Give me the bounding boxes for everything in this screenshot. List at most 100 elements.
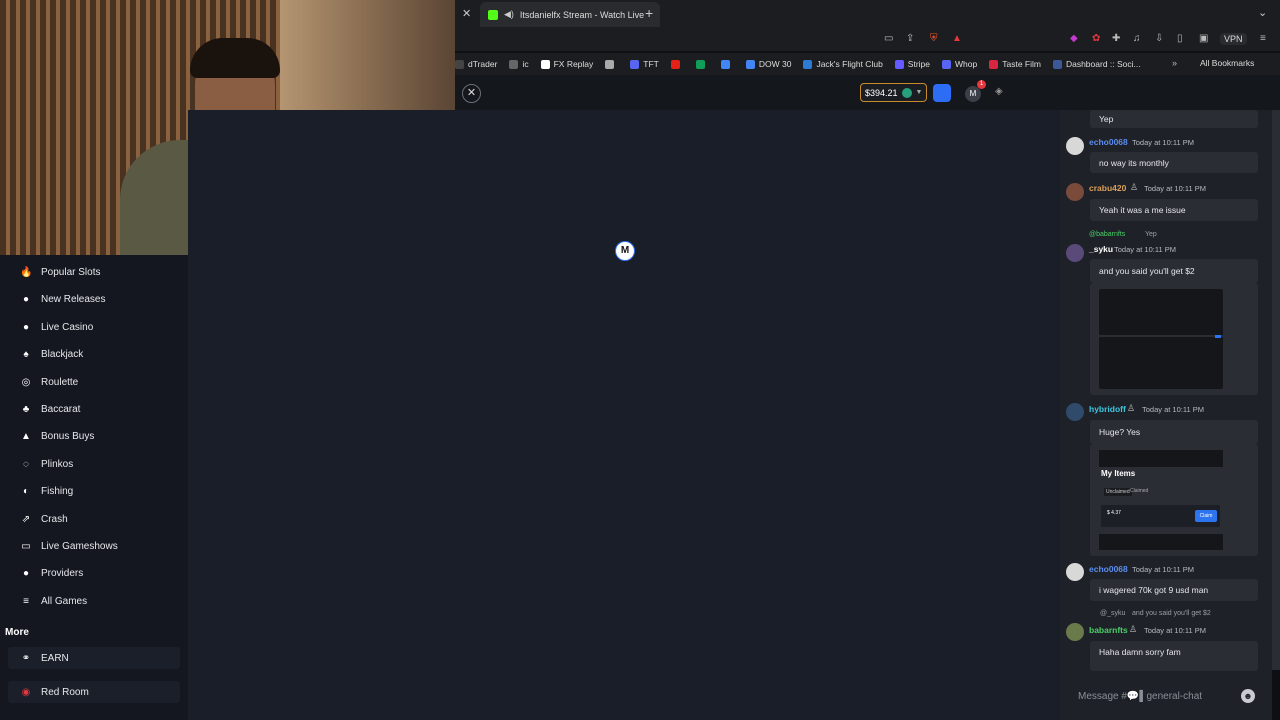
vpn-button[interactable]: VPN bbox=[1220, 33, 1247, 45]
tab-search-icon[interactable]: ⌄ bbox=[1258, 6, 1267, 19]
bookmark-item[interactable]: dTrader bbox=[455, 59, 497, 69]
bookmark-item[interactable] bbox=[605, 59, 618, 69]
chat-image-attachment[interactable] bbox=[1090, 283, 1258, 395]
chat-timestamp: Today at 10:11 PM bbox=[1132, 565, 1194, 574]
extension-icon[interactable]: ◆ bbox=[1070, 33, 1078, 44]
sidebar-item-all-games[interactable]: ≡ All Games bbox=[8, 590, 180, 612]
close-tab-icon[interactable]: ✕ bbox=[462, 7, 471, 20]
bookmark-favicon-icon bbox=[745, 59, 755, 69]
bookmarks-bar: dTrader ic FX Replay TFT DOW 30 Jack's Flight… bbox=[455, 53, 1280, 75]
bookmark-label: TFT bbox=[643, 59, 659, 69]
fish-icon: ◐ bbox=[22, 485, 30, 497]
sidebar-item-plinkos[interactable]: ◌ Plinkos bbox=[8, 453, 180, 475]
brave-rewards-icon[interactable]: ▲ bbox=[952, 33, 962, 44]
chat-image-attachment[interactable]: My Items Unclaimed Claimed $ 4.37 Claim bbox=[1090, 444, 1258, 556]
sidebar-item-live-casino[interactable]: ● Live Casino bbox=[8, 316, 180, 338]
extension-icon[interactable]: ✿ bbox=[1092, 33, 1100, 44]
bookmark-item[interactable] bbox=[670, 59, 684, 69]
rocket-icon: ⇗ bbox=[21, 513, 31, 525]
share-icon[interactable]: ⇪ bbox=[906, 33, 914, 44]
sidebar-item-new-releases[interactable]: ● New Releases bbox=[8, 288, 180, 310]
sidebar-item-live-gameshows[interactable]: ▭ Live Gameshows bbox=[8, 535, 180, 557]
embed-claim-button: Claim bbox=[1195, 510, 1217, 522]
chat-username[interactable]: babarnfts bbox=[1089, 625, 1128, 635]
browser-tab[interactable]: ◀) Itsdanielfx Stream - Watch Live bbox=[480, 2, 660, 27]
bookmark-label: FX Replay bbox=[553, 59, 594, 69]
balance-selector[interactable]: $394.21 ▼ bbox=[860, 83, 928, 102]
sidebar-item-popular-slots[interactable]: 🔥 Popular Slots bbox=[8, 261, 180, 283]
bookmark-item[interactable]: FX Replay bbox=[540, 59, 594, 69]
puzzle-icon[interactable]: ✚ bbox=[1112, 33, 1120, 44]
sidebar-item-baccarat[interactable]: ♣ Baccarat bbox=[8, 398, 180, 420]
sidebar-item-providers[interactable]: ● Providers bbox=[8, 562, 180, 584]
download-icon[interactable]: ⇩ bbox=[1155, 33, 1163, 44]
bookmark-favicon-icon bbox=[605, 59, 615, 69]
bookmark-item[interactable]: Dashboard :: Soci... bbox=[1052, 59, 1141, 69]
menu-icon[interactable]: ≡ bbox=[1260, 33, 1266, 44]
role-badge-icon: ♙ bbox=[1127, 403, 1136, 413]
chat-username[interactable]: echo0068 bbox=[1089, 137, 1128, 147]
bookmark-item[interactable]: ic bbox=[509, 59, 529, 69]
reply-username[interactable]: @babarnfts bbox=[1089, 231, 1125, 238]
link-icon: ⚭ bbox=[21, 652, 31, 664]
roulette-icon: ◎ bbox=[21, 376, 31, 388]
sidebar-item-label: Blackjack bbox=[41, 348, 84, 360]
sidebar-icon[interactable]: ▯ bbox=[1177, 33, 1183, 44]
bookmark-favicon-icon bbox=[894, 59, 904, 69]
chat-username[interactable]: crabu420 bbox=[1089, 183, 1126, 193]
wallet-icon[interactable]: ▣ bbox=[1199, 33, 1208, 44]
cast-icon[interactable]: ▭ bbox=[884, 33, 893, 44]
wallet-button[interactable] bbox=[933, 84, 951, 102]
avatar bbox=[1066, 244, 1084, 262]
bookmark-label: Dashboard :: Soci... bbox=[1065, 59, 1141, 69]
reply-preview: and you said you'll get $2 bbox=[1132, 610, 1211, 617]
sidebar-item-blackjack[interactable]: ♠ Blackjack bbox=[8, 343, 180, 365]
person-icon: ● bbox=[22, 567, 30, 579]
music-icon[interactable]: ♫ bbox=[1133, 33, 1141, 44]
sidebar-item-crash[interactable]: ⇗ Crash bbox=[8, 508, 180, 530]
sidebar-item-bonus-buys[interactable]: ▲ Bonus Buys bbox=[8, 425, 180, 447]
bookmark-item[interactable]: Stripe bbox=[894, 59, 930, 69]
bookmark-item[interactable]: Jack's Flight Club bbox=[803, 59, 883, 69]
bookmark-item[interactable]: DOW 30 bbox=[745, 59, 791, 69]
bookmark-item[interactable] bbox=[695, 59, 709, 69]
new-tab-button[interactable]: + bbox=[645, 5, 653, 21]
bookmark-item[interactable]: Whop bbox=[942, 59, 977, 69]
bookmark-favicon-icon bbox=[803, 59, 813, 69]
brave-shield-icon[interactable]: ⛨ bbox=[930, 33, 938, 44]
reply-preview: Yep bbox=[1145, 231, 1157, 238]
speaker-icon[interactable]: ◀) bbox=[504, 9, 514, 20]
bookmark-item[interactable]: Taste Film bbox=[989, 59, 1041, 69]
chat-message-text: no way its monthly bbox=[1090, 152, 1258, 173]
chevron-down-icon: ▼ bbox=[915, 89, 923, 96]
chat-timestamp: Today at 10:11 PM bbox=[1142, 405, 1204, 414]
balance-amount: $394.21 bbox=[865, 87, 898, 98]
sidebar-item-red-room[interactable]: ◉ Red Room bbox=[8, 681, 180, 703]
sidebar-item-roulette[interactable]: ◎ Roulette bbox=[8, 371, 180, 393]
embed-item-value: $ 4.37 bbox=[1107, 510, 1121, 516]
sidebar-item-label: Live Gameshows bbox=[41, 540, 118, 552]
avatar bbox=[1066, 623, 1084, 641]
chat-username[interactable]: _syku bbox=[1089, 244, 1113, 254]
more-bookmarks-icon[interactable]: » bbox=[1172, 58, 1177, 68]
chat-toggle-icon[interactable]: ◈ bbox=[995, 86, 1003, 97]
bookmark-item[interactable]: TFT bbox=[630, 59, 659, 69]
emoji-picker-icon[interactable]: ☻ bbox=[1241, 689, 1255, 703]
sidebar-item-label: Live Casino bbox=[41, 321, 94, 333]
role-badge-icon: ♙ bbox=[1130, 182, 1139, 192]
chat-username[interactable]: echo0068 bbox=[1089, 564, 1128, 574]
avatar bbox=[1066, 137, 1084, 155]
chat-scrollbar[interactable] bbox=[1272, 110, 1280, 670]
person-icon: ● bbox=[22, 321, 30, 333]
role-badge-icon: ♙ bbox=[1129, 624, 1138, 634]
club-icon: ♣ bbox=[22, 403, 30, 415]
close-game-button[interactable]: ✕ bbox=[462, 84, 481, 103]
chat-username[interactable]: hybridoff bbox=[1089, 404, 1126, 414]
reply-username[interactable]: @_syku bbox=[1100, 610, 1125, 617]
bookmark-item[interactable] bbox=[720, 59, 734, 69]
all-bookmarks-button[interactable]: All Bookmarks bbox=[1200, 58, 1254, 68]
bookmark-favicon-icon bbox=[720, 59, 730, 69]
chat-message-input[interactable]: Message #💬▌general-chat bbox=[1064, 684, 1260, 708]
sidebar-item-earn[interactable]: ⚭ EARN bbox=[8, 647, 180, 669]
sidebar-item-fishing[interactable]: ◐ Fishing bbox=[8, 480, 180, 502]
